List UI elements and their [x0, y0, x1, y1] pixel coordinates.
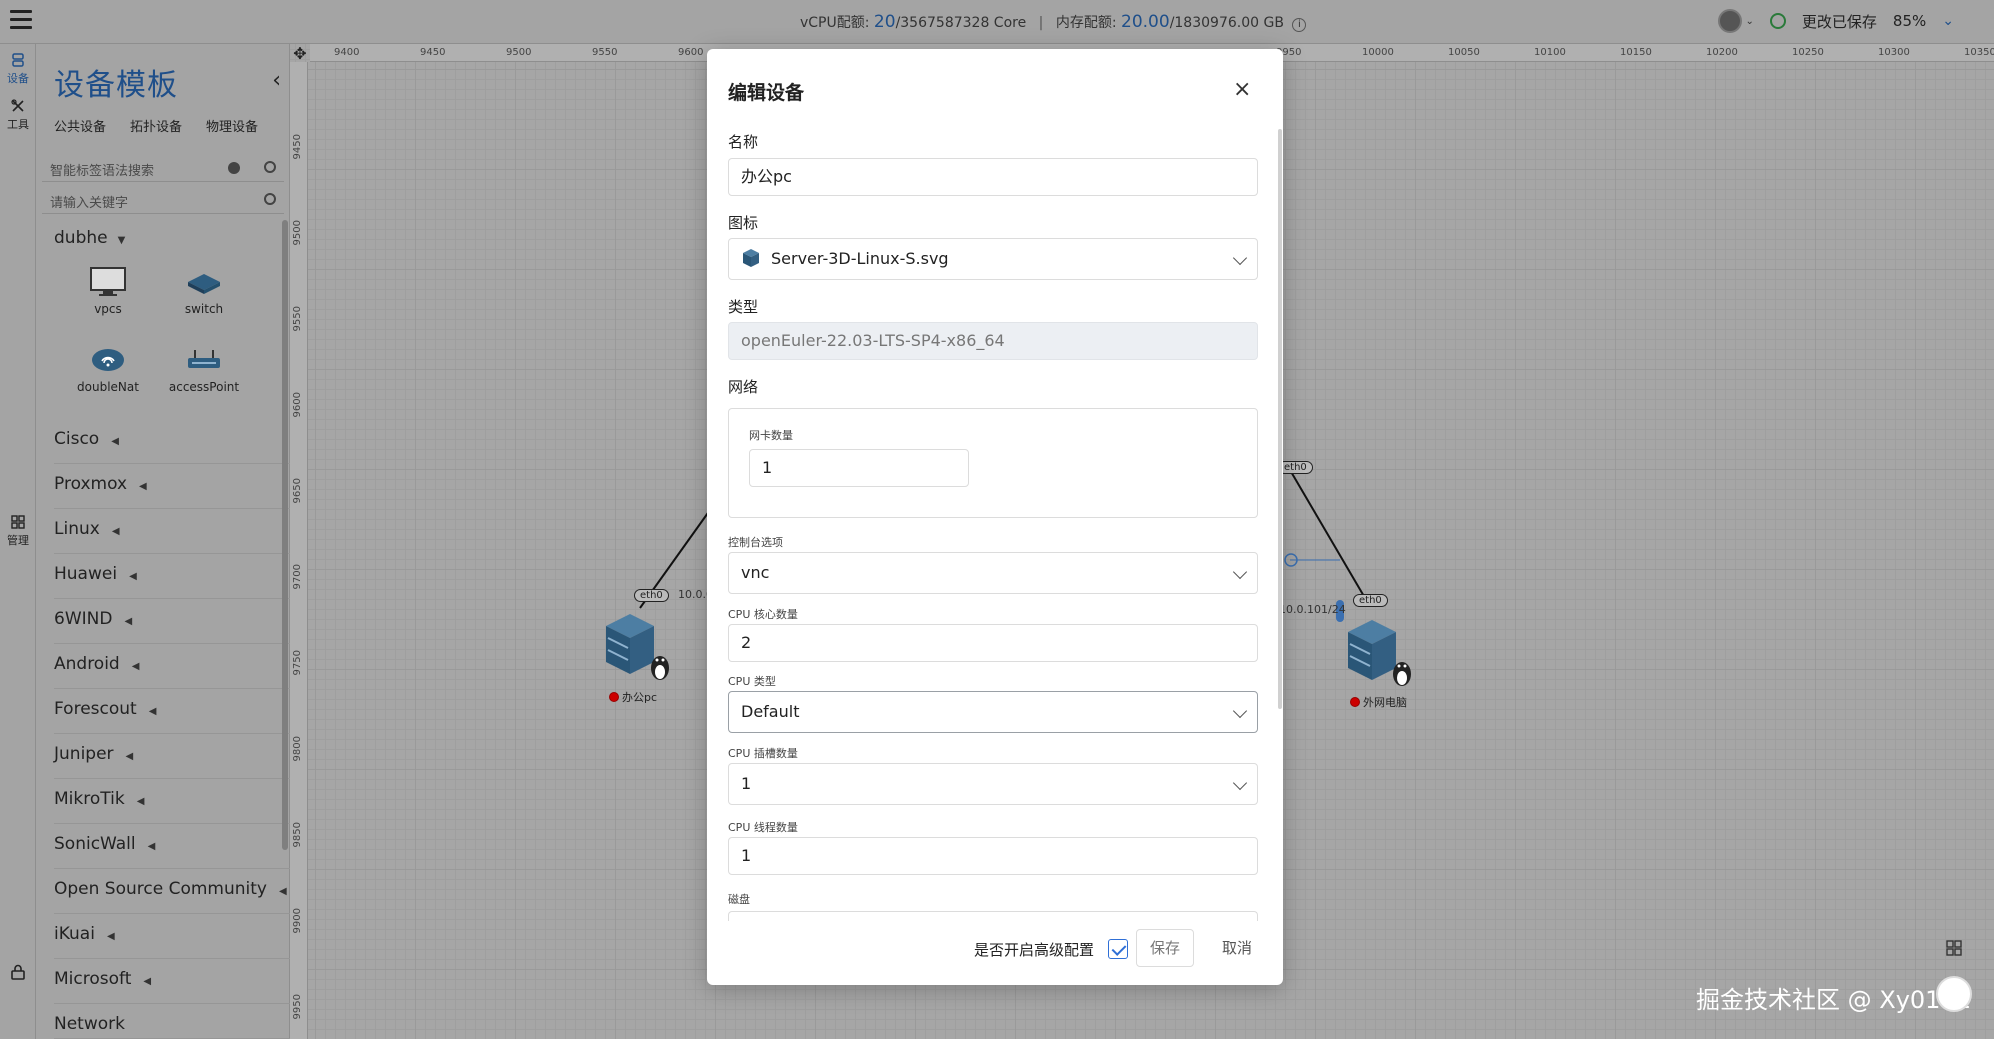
cpu-type-select[interactable]: Default: [728, 691, 1258, 733]
disk-label: 磁盘: [728, 893, 750, 906]
server-linux-icon[interactable]: [600, 612, 674, 684]
interface-label[interactable]: eth0: [1353, 594, 1388, 607]
advanced-config-label: 是否开启高级配置: [974, 941, 1095, 959]
icon-select[interactable]: Server-3D-Linux-S.svg: [728, 238, 1258, 280]
link-ip: 10.0.101/24: [1279, 603, 1346, 616]
node-label[interactable]: 外网电脑: [1350, 694, 1407, 710]
cancel-button[interactable]: 取消: [1207, 929, 1267, 967]
type-label: 类型: [728, 298, 759, 316]
watermark-badge: [1936, 976, 1972, 1012]
status-dot: [1350, 697, 1360, 707]
icon-label: 图标: [728, 214, 759, 232]
disk-input[interactable]: [728, 911, 1258, 921]
cpu-cores-input[interactable]: 2: [728, 624, 1258, 662]
cpu-sockets-label: CPU 插槽数量: [728, 747, 798, 760]
node-name: 外网电脑: [1363, 696, 1407, 709]
console-select-value: vnc: [741, 563, 770, 582]
chevron-down-icon: [1232, 564, 1248, 580]
dialog-title: 编辑设备: [728, 82, 805, 104]
chevron-down-icon: [1232, 775, 1248, 791]
watermark: 掘金技术社区 @ Xy0101: [1696, 986, 1971, 1014]
cpu-type-label: CPU 类型: [728, 675, 776, 688]
cpu-sockets-select-value: 1: [741, 774, 752, 793]
edit-device-dialog: 编辑设备 × 名称 办公pc 图标 Server-3D-Linux-S.svg …: [707, 49, 1283, 985]
grid-view-icon[interactable]: [1946, 940, 1962, 956]
type-input: openEuler-22.03-LTS-SP4-x86_64: [728, 322, 1258, 360]
save-button[interactable]: 保存: [1136, 929, 1194, 967]
dialog-footer: 是否开启高级配置 保存 取消: [707, 927, 1283, 973]
console-select[interactable]: vnc: [728, 552, 1258, 594]
network-section: 网卡数量 1: [728, 408, 1258, 518]
cpu-threads-input[interactable]: 1: [728, 837, 1258, 875]
node-label[interactable]: 办公pc: [609, 689, 657, 705]
cpu-type-select-value: Default: [741, 702, 800, 721]
interface-label[interactable]: eth0: [634, 589, 669, 602]
cpu-cores-label: CPU 核心数量: [728, 608, 798, 621]
interface-label[interactable]: eth0: [1278, 461, 1313, 474]
network-label: 网络: [728, 378, 759, 396]
link-right[interactable]: [1289, 469, 1366, 599]
close-icon[interactable]: ×: [1233, 79, 1251, 101]
icon-select-value: Server-3D-Linux-S.svg: [771, 249, 949, 268]
nic-count-label: 网卡数量: [749, 429, 793, 442]
node-name: 办公pc: [622, 691, 658, 704]
server-linux-icon[interactable]: [1342, 618, 1416, 690]
name-input[interactable]: 办公pc: [728, 158, 1258, 196]
advanced-config-checkbox[interactable]: [1108, 939, 1128, 959]
nic-count-input[interactable]: 1: [749, 449, 969, 487]
dialog-scrollbar[interactable]: [1278, 129, 1282, 709]
cpu-threads-label: CPU 线程数量: [728, 821, 798, 834]
server-icon: [743, 249, 759, 267]
name-label: 名称: [728, 133, 759, 151]
console-label: 控制台选项: [728, 536, 783, 549]
chevron-down-icon: [1232, 703, 1248, 719]
status-dot: [609, 692, 619, 702]
cpu-sockets-select[interactable]: 1: [728, 763, 1258, 805]
chevron-down-icon: [1232, 250, 1248, 266]
